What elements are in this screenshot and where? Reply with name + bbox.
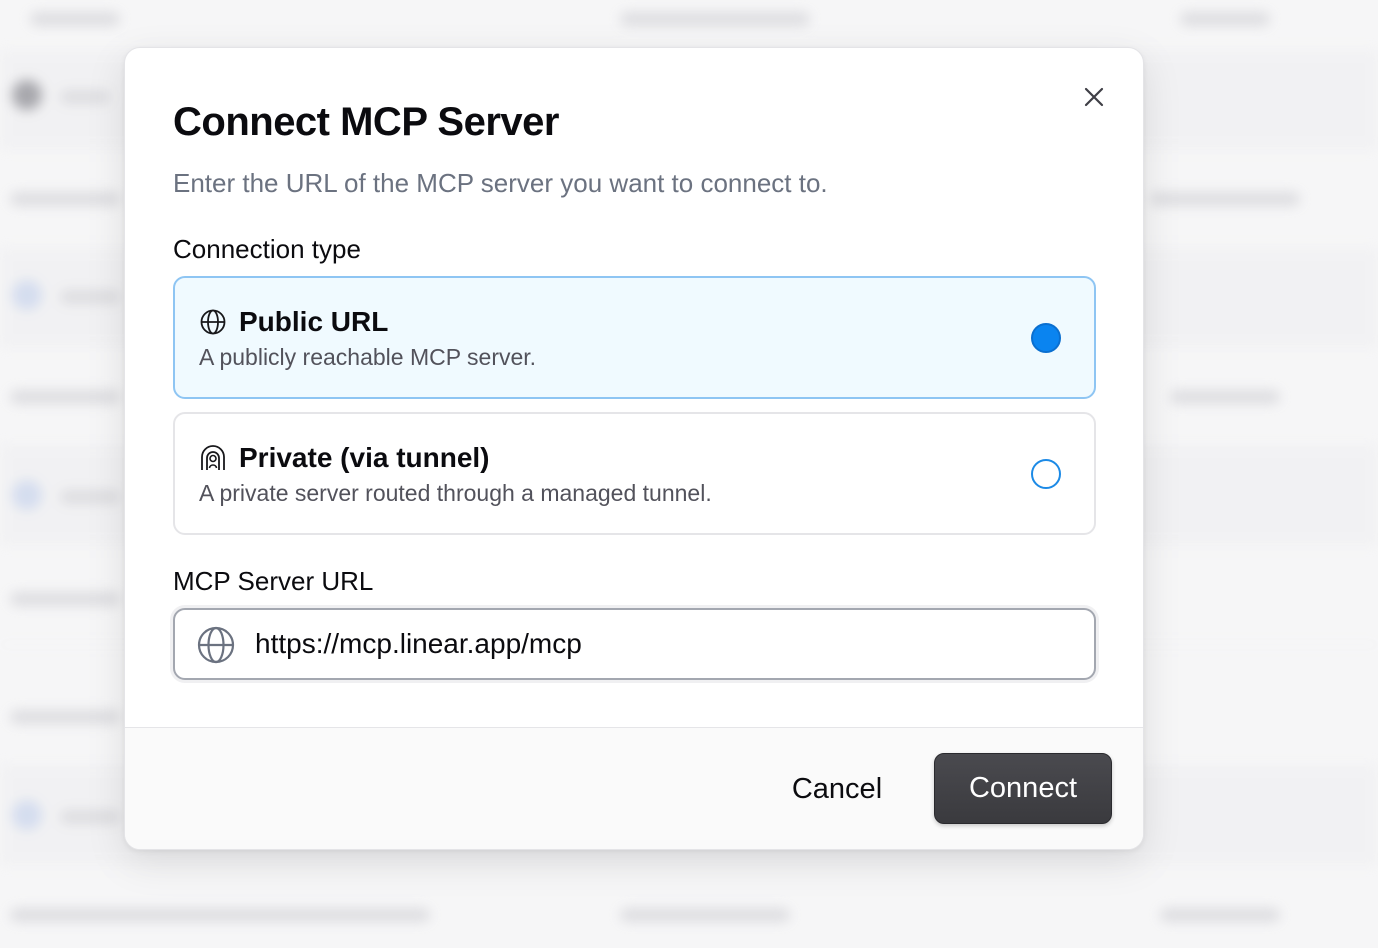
connect-mcp-dialog: Connect MCP Server Enter the URL of the … — [124, 47, 1144, 850]
option-public-url[interactable]: Public URL A publicly reachable MCP serv… — [173, 276, 1096, 399]
dialog-subtitle: Enter the URL of the MCP server you want… — [173, 168, 828, 198]
globe-icon — [197, 626, 235, 664]
option-title: Public URL — [239, 306, 389, 337]
mcp-server-url-label: MCP Server URL — [173, 566, 374, 596]
mcp-server-url-input[interactable] — [255, 622, 1075, 666]
option-description: A private server routed through a manage… — [199, 480, 712, 506]
dialog-title: Connect MCP Server — [173, 100, 559, 144]
radio-private-tunnel[interactable] — [1031, 459, 1061, 489]
connect-button[interactable]: Connect — [934, 753, 1112, 824]
radio-public-url[interactable] — [1031, 323, 1061, 353]
globe-icon — [200, 309, 226, 335]
tunnel-icon — [201, 445, 225, 470]
close-icon — [1084, 87, 1104, 107]
cancel-button[interactable]: Cancel — [775, 754, 899, 824]
dialog-footer: Cancel Connect — [125, 727, 1143, 849]
option-description: A publicly reachable MCP server. — [199, 344, 537, 370]
close-button[interactable] — [1079, 82, 1109, 112]
mcp-server-url-field[interactable] — [173, 608, 1096, 680]
option-private-tunnel[interactable]: Private (via tunnel) A private server ro… — [173, 412, 1096, 535]
option-title: Private (via tunnel) — [239, 442, 490, 473]
connection-type-label: Connection type — [173, 234, 361, 264]
